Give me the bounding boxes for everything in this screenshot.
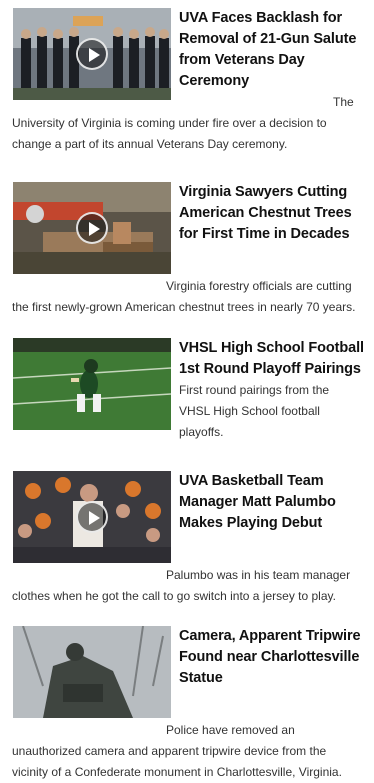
play-video-icon[interactable] [76,38,108,70]
statue-photo-icon [13,626,171,718]
story-thumbnail[interactable] [13,8,171,100]
story-item[interactable]: UVA Basketball Team Manager Matt Palumbo… [0,471,374,607]
story-summary: The University of Virginia is coming und… [12,95,354,151]
football-player-photo-icon [13,338,171,430]
story-thumbnail[interactable] [13,626,171,718]
story-item[interactable]: UVA Faces Backlash for Removal of 21-Gun… [0,8,374,155]
story-item[interactable]: VHSL High School Football 1st Round Play… [0,338,374,443]
story-item[interactable]: Camera, Apparent Tripwire Found near Cha… [0,626,374,783]
story-thumbnail[interactable] [13,338,171,430]
news-feed: UVA Faces Backlash for Removal of 21-Gun… [0,0,374,779]
story-item[interactable]: Virginia Sawyers Cutting American Chestn… [0,182,374,318]
play-video-icon[interactable] [76,212,108,244]
story-thumbnail[interactable] [13,182,171,274]
play-video-icon[interactable] [76,501,108,533]
story-thumbnail[interactable] [13,471,171,563]
